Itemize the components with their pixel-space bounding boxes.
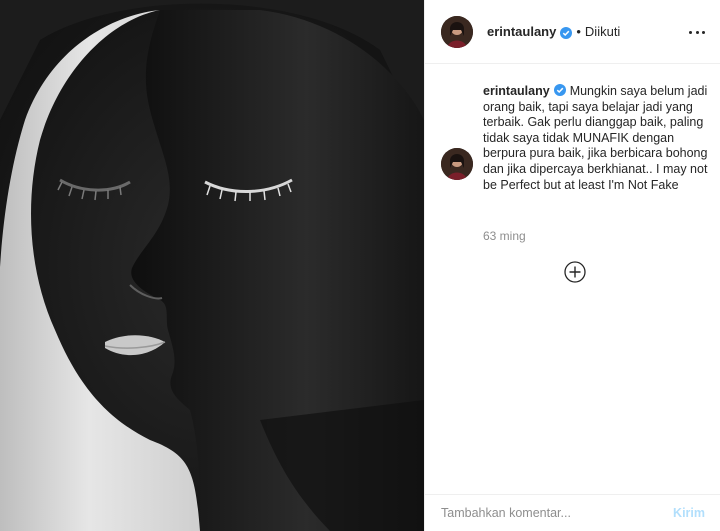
load-more-comments-icon[interactable] — [564, 261, 586, 283]
caption-body: Mungkin saya belum jadi orang baik, tapi… — [483, 84, 708, 192]
portrait-image — [0, 0, 424, 531]
verified-badge-icon — [553, 84, 566, 96]
avatar-image — [441, 148, 473, 180]
caption-avatar[interactable] — [441, 148, 473, 180]
follow-button[interactable]: Diikuti — [585, 24, 620, 39]
author-username[interactable]: erintaulany — [487, 24, 556, 39]
comment-input[interactable] — [441, 506, 674, 520]
caption-text-block: erintaulany Mungkin saya belum jadi orang… — [483, 84, 711, 193]
post-side-panel: erintaulany • Diikuti erintaulany Mungkin… — [424, 0, 720, 531]
author-avatar[interactable] — [441, 15, 473, 48]
post-comment-button[interactable]: Kirim — [673, 506, 705, 520]
more-options-icon[interactable] — [685, 22, 709, 42]
post-image[interactable] — [0, 0, 424, 531]
post-header: erintaulany • Diikuti — [425, 0, 720, 64]
avatar-image — [441, 15, 473, 48]
caption-username[interactable]: erintaulany — [483, 84, 550, 98]
post-timestamp[interactable]: 63 ming — [483, 229, 526, 243]
verified-badge-icon — [560, 26, 573, 39]
separator-dot: • — [576, 24, 581, 39]
comment-form: Kirim — [425, 494, 720, 531]
